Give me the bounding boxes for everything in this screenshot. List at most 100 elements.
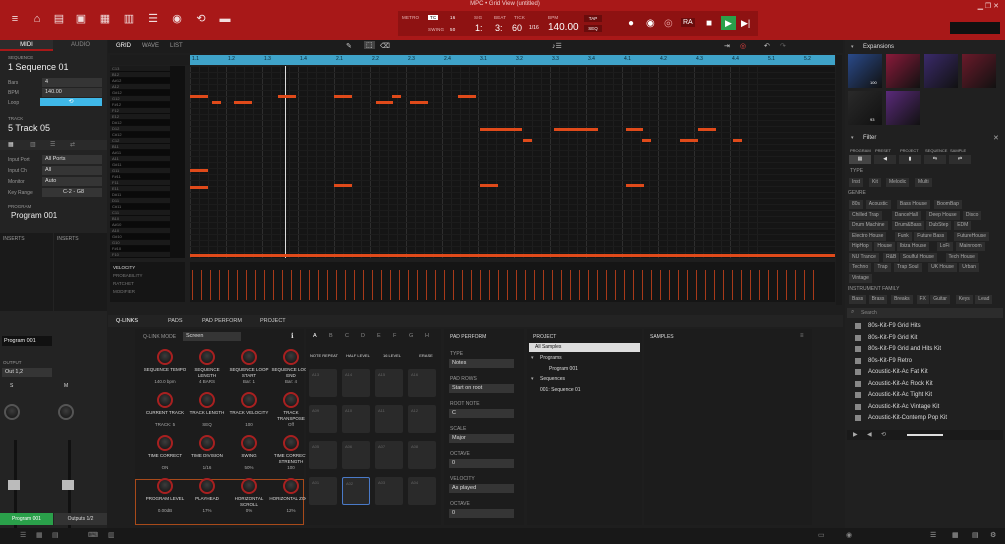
qlink-knob[interactable] (199, 349, 215, 365)
play-icon[interactable]: ▶ (721, 16, 736, 30)
velocity-bar[interactable] (768, 270, 769, 300)
undo-icon[interactable]: ↶ (764, 42, 770, 50)
split-icon[interactable]: ⇥ (724, 42, 730, 50)
instrument-tag[interactable]: Lead (975, 295, 993, 304)
genre-tag[interactable]: Mainroom (956, 242, 985, 251)
genre-tag[interactable]: HipHop (849, 242, 872, 251)
note-event[interactable] (523, 139, 532, 142)
velocity-bar[interactable] (462, 270, 463, 300)
pad[interactable]: A12 (408, 405, 436, 433)
velocity-bar[interactable] (786, 270, 787, 300)
note-event[interactable] (376, 101, 393, 104)
note-event[interactable] (496, 128, 522, 131)
qlink-knob[interactable] (283, 349, 299, 365)
filter-tab[interactable]: PROJECT (900, 148, 919, 153)
eraser-icon[interactable]: ⌫ (380, 42, 390, 50)
keyboard-icon[interactable]: ⌨ (88, 531, 98, 539)
seq-button[interactable]: SEQ (584, 25, 602, 32)
velocity-bar[interactable] (444, 270, 445, 300)
browser-list-item[interactable]: Acoustic-Kit-Ac Rock Kit (848, 379, 998, 390)
pad-bank-c[interactable]: C (345, 333, 349, 339)
velocity-bar[interactable] (642, 270, 643, 300)
filter-tab-icon[interactable]: ▦ (849, 155, 871, 164)
genre-tag[interactable]: Vintage (849, 273, 872, 283)
scale-select[interactable]: Major (449, 434, 514, 443)
pad-bank-a[interactable]: A (313, 333, 317, 339)
root-note-select[interactable]: C (449, 409, 514, 418)
filter-tab[interactable]: SEQUENCE (925, 148, 947, 153)
pad[interactable]: A14 (342, 369, 370, 397)
velocity-bar[interactable] (597, 270, 598, 300)
note-event[interactable] (190, 95, 208, 98)
note-event[interactable] (190, 186, 208, 189)
velocity-bar[interactable] (489, 270, 490, 300)
pad-bank-e[interactable]: E (377, 333, 381, 339)
velocity-bar[interactable] (255, 270, 256, 300)
filter-tab-icon[interactable]: ◀ (874, 155, 896, 164)
velocity-bar[interactable] (228, 270, 229, 300)
note-event[interactable] (680, 139, 698, 142)
note-event[interactable] (733, 139, 742, 142)
instrument-tag[interactable]: Breaks (891, 295, 913, 304)
volume-fader[interactable] (8, 480, 20, 490)
piano-key[interactable]: F10 (110, 252, 170, 258)
sequence-item[interactable]: 001: Sequence 01 (540, 387, 581, 393)
sampler-icon[interactable]: ◉ (170, 13, 184, 25)
qlink-knob[interactable] (157, 349, 173, 365)
genre-tag[interactable]: NU Trance (849, 252, 879, 262)
instrument-tag[interactable]: Guitar (930, 295, 950, 304)
velocity-bar[interactable] (309, 270, 310, 300)
programs-folder[interactable]: Programs (540, 355, 562, 361)
browser-list-item[interactable]: 80s-Kit-F9 Grid and Hits Kit (848, 344, 998, 355)
qlink-knob[interactable] (199, 435, 215, 451)
velocity-bar[interactable] (777, 270, 778, 300)
overdub-icon[interactable]: ◉ (646, 18, 655, 29)
note-event[interactable] (626, 128, 643, 131)
octave2-select[interactable]: 0 (449, 509, 514, 518)
expand-icon[interactable]: ▾ (531, 355, 534, 361)
browser-icon[interactable]: ⌂ (30, 13, 44, 25)
filter-tab-icon[interactable]: ⇆ (924, 155, 946, 164)
note-event[interactable] (642, 139, 651, 142)
solo-button[interactable]: S (10, 383, 13, 389)
volume-icon[interactable]: ◀ (867, 431, 872, 438)
pan-knob[interactable] (4, 404, 20, 420)
expansion-thumbnail[interactable]: 100 (848, 54, 882, 88)
beat-value[interactable]: 3: (495, 23, 503, 33)
type-tag[interactable]: Kit (869, 178, 881, 187)
channel-mixer-icon[interactable]: ▥ (122, 13, 136, 25)
velocity-bar[interactable] (480, 270, 481, 300)
filter-tab[interactable]: PRESET (875, 148, 891, 153)
velocity-bar[interactable] (282, 270, 283, 300)
octave-select[interactable]: 0 (449, 459, 514, 468)
velocity-bar[interactable] (696, 270, 697, 300)
lane-label[interactable]: MODIFIER (113, 289, 135, 294)
browser-list-item[interactable]: Acoustic-Kit-Contemp Pop Kit (848, 413, 998, 424)
main-icon[interactable]: ▤ (52, 13, 66, 25)
genre-tag[interactable]: Funk (894, 231, 912, 241)
qlink-knob[interactable] (157, 435, 173, 451)
genre-tag[interactable]: Bass House (896, 200, 930, 209)
genre-tag[interactable]: R&B (883, 252, 900, 262)
tab-grid[interactable]: GRID (116, 43, 131, 49)
genre-tag[interactable]: DubStep (925, 221, 952, 230)
bar-value[interactable]: 1: (475, 23, 483, 33)
genre-tag[interactable]: Ibiza House (896, 242, 930, 251)
view-icon-1[interactable]: ☰ (20, 531, 26, 539)
qlink-knob[interactable] (283, 478, 299, 494)
program-name[interactable]: Program 001 (11, 211, 57, 220)
expansion-thumbnail[interactable] (962, 54, 996, 88)
velocity-bar[interactable] (795, 270, 796, 300)
pad-function-button[interactable]: HALF LEVEL (342, 353, 374, 358)
velocity-bar[interactable] (687, 270, 688, 300)
expansion-thumbnail[interactable] (886, 54, 920, 88)
pad-bank-g[interactable]: G (409, 333, 413, 339)
note-event[interactable] (392, 95, 401, 98)
note-event[interactable] (480, 184, 498, 187)
velocity-bar[interactable] (732, 270, 733, 300)
note-event[interactable] (410, 101, 428, 104)
note-event[interactable] (190, 169, 208, 172)
input-ch-select[interactable]: All (42, 166, 102, 175)
genre-tag[interactable]: 80s (849, 200, 864, 209)
piano-keys[interactable]: C13 B12 A#12 A12 G#12 G12 F#12 F12 E12 D#12 D12 C#1… (110, 66, 185, 258)
